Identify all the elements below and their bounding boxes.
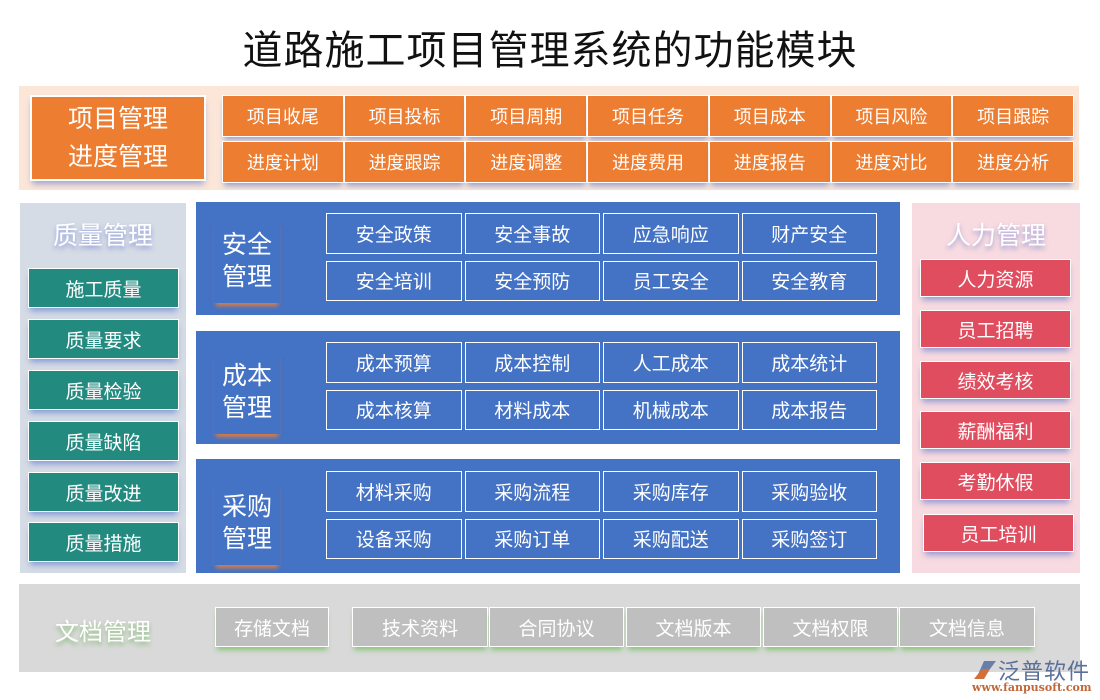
cost-module[interactable]: 成本统计 [741, 342, 877, 383]
cost-module[interactable]: 成本控制 [464, 342, 600, 383]
schedule-module[interactable]: 进度费用 [587, 141, 709, 183]
schedule-module[interactable]: 进度计划 [222, 141, 344, 183]
purchase-label: 采购 管理 [214, 481, 280, 565]
purchase-module[interactable]: 采购库存 [603, 471, 739, 512]
purchase-module[interactable]: 采购签订 [741, 518, 877, 559]
project-module[interactable]: 项目收尾 [222, 95, 344, 137]
quality-title: 质量管理 [52, 221, 153, 250]
project-module[interactable]: 项目成本 [708, 95, 831, 137]
cost-module[interactable]: 人工成本 [603, 342, 739, 383]
quality-module[interactable]: 质量改进 [28, 472, 179, 512]
project-module[interactable]: 项目风险 [830, 95, 953, 137]
cost-module[interactable]: 成本预算 [326, 342, 462, 383]
docs-module[interactable]: 文档版本 [626, 607, 761, 647]
project-label: 项目管理 [67, 104, 168, 133]
docs-module[interactable]: 文档信息 [899, 607, 1035, 647]
cost-label-line2: 管理 [221, 393, 272, 422]
schedule-module[interactable]: 进度对比 [830, 141, 953, 183]
schedule-label: 进度管理 [67, 142, 168, 171]
quality-module[interactable]: 质量措施 [28, 522, 179, 562]
cost-label: 成本 管理 [214, 350, 280, 434]
cost-module[interactable]: 成本核算 [326, 389, 462, 430]
fanpu-logo-icon [974, 661, 996, 679]
cost-module[interactable]: 成本报告 [741, 389, 877, 430]
schedule-module[interactable]: 进度调整 [465, 141, 588, 183]
safety-module[interactable]: 员工安全 [603, 260, 739, 301]
purchase-label-line2: 管理 [221, 524, 272, 553]
purchase-module[interactable]: 设备采购 [326, 518, 462, 559]
project-module[interactable]: 项目周期 [465, 95, 588, 137]
cost-label-line1: 成本 [221, 361, 272, 390]
page-title: 道路施工项目管理系统的功能模块 [242, 28, 858, 74]
safety-label-line1: 安全 [221, 230, 272, 259]
safety-label-line2: 管理 [221, 262, 272, 291]
brand-logo: 泛普软件 www.fanpusoft.com [970, 654, 1094, 696]
hr-title: 人力管理 [945, 221, 1046, 250]
safety-label: 安全 管理 [214, 219, 280, 303]
project-module[interactable]: 项目任务 [587, 95, 709, 137]
purchase-module[interactable]: 采购订单 [464, 518, 600, 559]
safety-module[interactable]: 安全培训 [326, 260, 462, 301]
hr-module[interactable]: 薪酬福利 [920, 411, 1071, 449]
safety-module[interactable]: 安全事故 [464, 213, 600, 254]
quality-module[interactable]: 质量缺陷 [28, 421, 179, 461]
hr-module[interactable]: 绩效考核 [920, 361, 1071, 399]
schedule-module[interactable]: 进度跟踪 [343, 141, 466, 183]
safety-module[interactable]: 安全预防 [464, 260, 600, 301]
cost-module[interactable]: 材料成本 [464, 389, 600, 430]
docs-module[interactable]: 技术资料 [352, 607, 488, 647]
purchase-label-line1: 采购 [221, 492, 272, 521]
cost-module-grid: 成本预算 成本控制 人工成本 成本统计 成本核算 材料成本 机械成本 成本报告 [326, 342, 877, 430]
docs-module[interactable]: 存储文档 [215, 607, 329, 647]
docs-title: 文档管理 [55, 618, 151, 646]
purchase-module[interactable]: 采购验收 [741, 471, 877, 512]
hr-module[interactable]: 员工培训 [923, 514, 1074, 552]
purchase-module-grid: 材料采购 采购流程 采购库存 采购验收 设备采购 采购订单 采购配送 采购签订 [326, 471, 877, 559]
safety-module[interactable]: 财产安全 [741, 213, 877, 254]
safety-module-grid: 安全政策 安全事故 应急响应 财产安全 安全培训 安全预防 员工安全 安全教育 [326, 213, 877, 301]
safety-module[interactable]: 应急响应 [603, 213, 739, 254]
project-module[interactable]: 项目跟踪 [952, 95, 1074, 137]
purchase-module[interactable]: 采购配送 [603, 518, 739, 559]
purchase-module[interactable]: 采购流程 [464, 471, 600, 512]
quality-module[interactable]: 施工质量 [28, 268, 179, 308]
project-schedule-header: 项目管理 进度管理 [30, 95, 206, 181]
hr-module[interactable]: 人力资源 [920, 259, 1071, 297]
purchase-module[interactable]: 材料采购 [326, 471, 462, 512]
hr-module[interactable]: 考勤休假 [920, 462, 1071, 500]
docs-module[interactable]: 合同协议 [489, 607, 624, 647]
quality-module[interactable]: 质量检验 [28, 370, 179, 410]
schedule-module[interactable]: 进度报告 [708, 141, 831, 183]
hr-module[interactable]: 员工招聘 [920, 310, 1071, 348]
schedule-module[interactable]: 进度分析 [952, 141, 1074, 183]
safety-module[interactable]: 安全教育 [741, 260, 877, 301]
brand-url: www.fanpusoft.com [972, 681, 1092, 694]
docs-module[interactable]: 文档权限 [763, 607, 898, 647]
project-module-grid: 项目收尾 项目投标 项目周期 项目任务 项目成本 项目风险 项目跟踪 进度计划 … [222, 95, 1074, 183]
safety-module[interactable]: 安全政策 [326, 213, 462, 254]
quality-module[interactable]: 质量要求 [28, 319, 179, 359]
project-module[interactable]: 项目投标 [343, 95, 466, 137]
cost-module[interactable]: 机械成本 [603, 389, 739, 430]
